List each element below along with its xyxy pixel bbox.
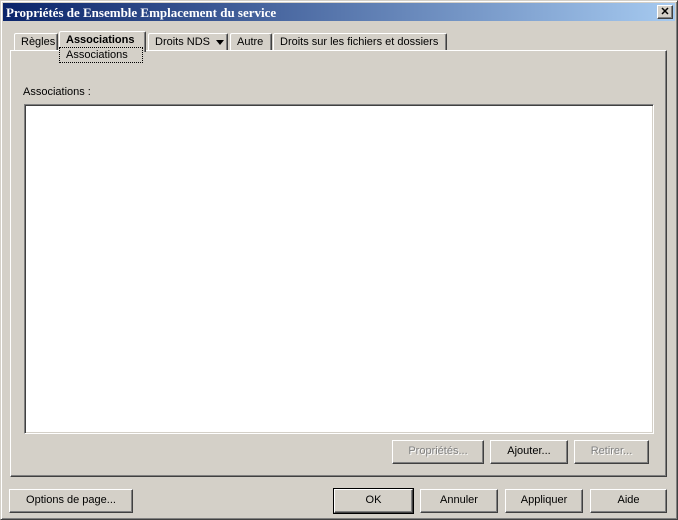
add-button[interactable]: Ajouter... (490, 440, 568, 464)
tab-label: Règles (21, 36, 56, 48)
close-icon: ✕ (660, 5, 670, 18)
associations-label: Associations : (23, 86, 91, 98)
properties-button[interactable]: Propriétés... (392, 440, 484, 464)
tab-autre[interactable]: Autre (230, 33, 272, 50)
tab-label: Associations (66, 34, 135, 46)
page-options-button[interactable]: Options de page... (9, 489, 133, 513)
tab-tooltip: Associations (59, 47, 143, 63)
tab-label: Droits sur les fichiers et dossiers (280, 36, 439, 48)
associations-list[interactable] (24, 104, 654, 434)
tab-droits-nds[interactable]: Droits NDS (148, 33, 228, 50)
help-button[interactable]: Aide (590, 489, 667, 513)
close-button[interactable]: ✕ (657, 5, 673, 19)
title-bar[interactable]: Propriétés de Ensemble Emplacement du se… (3, 3, 675, 21)
ok-button[interactable]: OK (333, 488, 414, 514)
tab-label: Droits NDS (155, 36, 211, 48)
apply-button[interactable]: Appliquer (505, 489, 583, 513)
tab-regles[interactable]: Règles (14, 33, 58, 50)
chevron-down-icon[interactable] (216, 39, 225, 45)
cancel-button[interactable]: Annuler (420, 489, 498, 513)
tab-label: Autre (237, 36, 264, 48)
remove-button[interactable]: Retirer... (574, 440, 649, 464)
tab-droits-fichiers[interactable]: Droits sur les fichiers et dossiers (273, 33, 447, 50)
window-title: Propriétés de Ensemble Emplacement du se… (6, 5, 277, 20)
